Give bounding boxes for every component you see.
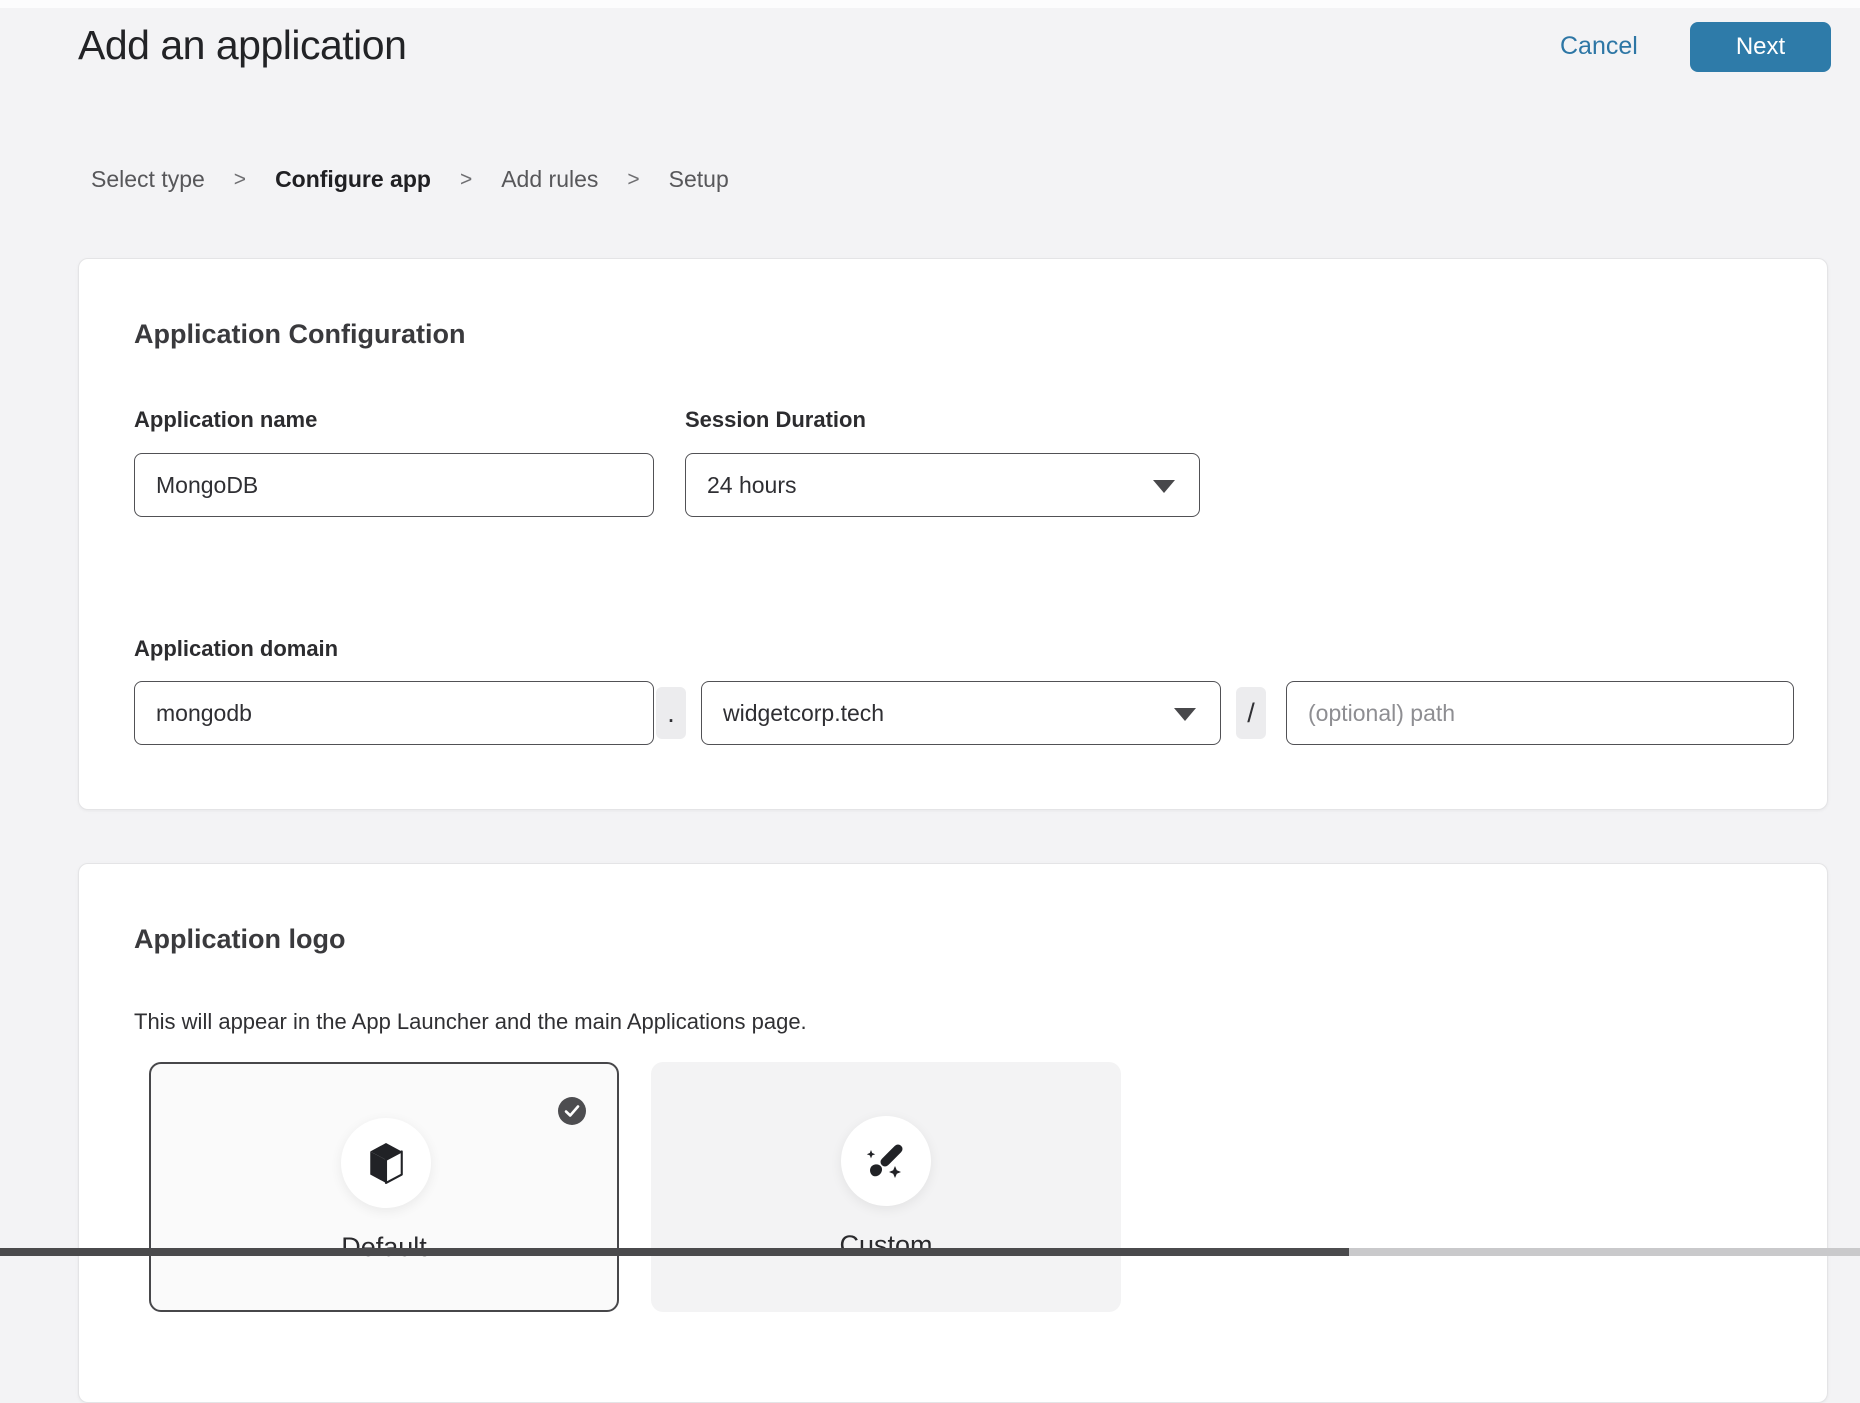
page: { "header": { "title": "Add an applicati… bbox=[0, 0, 1860, 1256]
breadcrumb-separator: > bbox=[627, 168, 639, 192]
video-progress-track[interactable] bbox=[0, 1248, 1860, 1256]
session-duration-label: Session Duration bbox=[685, 407, 866, 433]
breadcrumb: Select type > Configure app > Add rules … bbox=[91, 166, 729, 193]
default-logo-circle bbox=[341, 1118, 431, 1208]
application-name-input[interactable] bbox=[134, 453, 654, 517]
application-configuration-card: Application Configuration Application na… bbox=[78, 258, 1828, 810]
cancel-button[interactable]: Cancel bbox=[1560, 32, 1638, 61]
application-name-label: Application name bbox=[134, 407, 317, 433]
chevron-down-icon bbox=[1174, 708, 1196, 721]
page-title: Add an application bbox=[78, 22, 406, 69]
breadcrumb-separator: > bbox=[460, 168, 472, 192]
domain-select-value: widgetcorp.tech bbox=[723, 700, 884, 727]
path-input[interactable] bbox=[1286, 681, 1794, 745]
logo-option-label: Custom bbox=[651, 1230, 1121, 1261]
video-progress-fill bbox=[0, 1248, 1349, 1256]
logo-card-heading: Application logo bbox=[134, 924, 345, 955]
step-select-type[interactable]: Select type bbox=[91, 166, 205, 193]
logo-option-custom[interactable]: Custom bbox=[651, 1062, 1121, 1312]
dot-separator: . bbox=[656, 687, 686, 739]
session-duration-value: 24 hours bbox=[707, 472, 797, 499]
session-duration-select[interactable]: 24 hours bbox=[685, 453, 1200, 517]
cube-icon bbox=[369, 1142, 403, 1184]
subdomain-input[interactable] bbox=[134, 681, 654, 745]
application-logo-card: Application logo This will appear in the… bbox=[78, 863, 1828, 1403]
application-domain-label: Application domain bbox=[134, 636, 338, 662]
config-card-heading: Application Configuration bbox=[134, 319, 465, 350]
breadcrumb-separator: > bbox=[234, 168, 246, 192]
step-setup[interactable]: Setup bbox=[669, 166, 729, 193]
slash-separator: / bbox=[1236, 687, 1266, 739]
paintbrush-icon bbox=[864, 1139, 908, 1183]
step-add-rules[interactable]: Add rules bbox=[501, 166, 598, 193]
domain-select[interactable]: widgetcorp.tech bbox=[701, 681, 1221, 745]
logo-card-description: This will appear in the App Launcher and… bbox=[134, 1009, 807, 1035]
window-top-strip bbox=[0, 0, 1860, 8]
logo-option-default[interactable]: Default bbox=[149, 1062, 619, 1312]
next-button[interactable]: Next bbox=[1690, 22, 1831, 72]
chevron-down-icon bbox=[1153, 480, 1175, 493]
check-icon bbox=[558, 1097, 586, 1125]
step-configure-app[interactable]: Configure app bbox=[275, 166, 431, 193]
custom-logo-circle bbox=[841, 1116, 931, 1206]
